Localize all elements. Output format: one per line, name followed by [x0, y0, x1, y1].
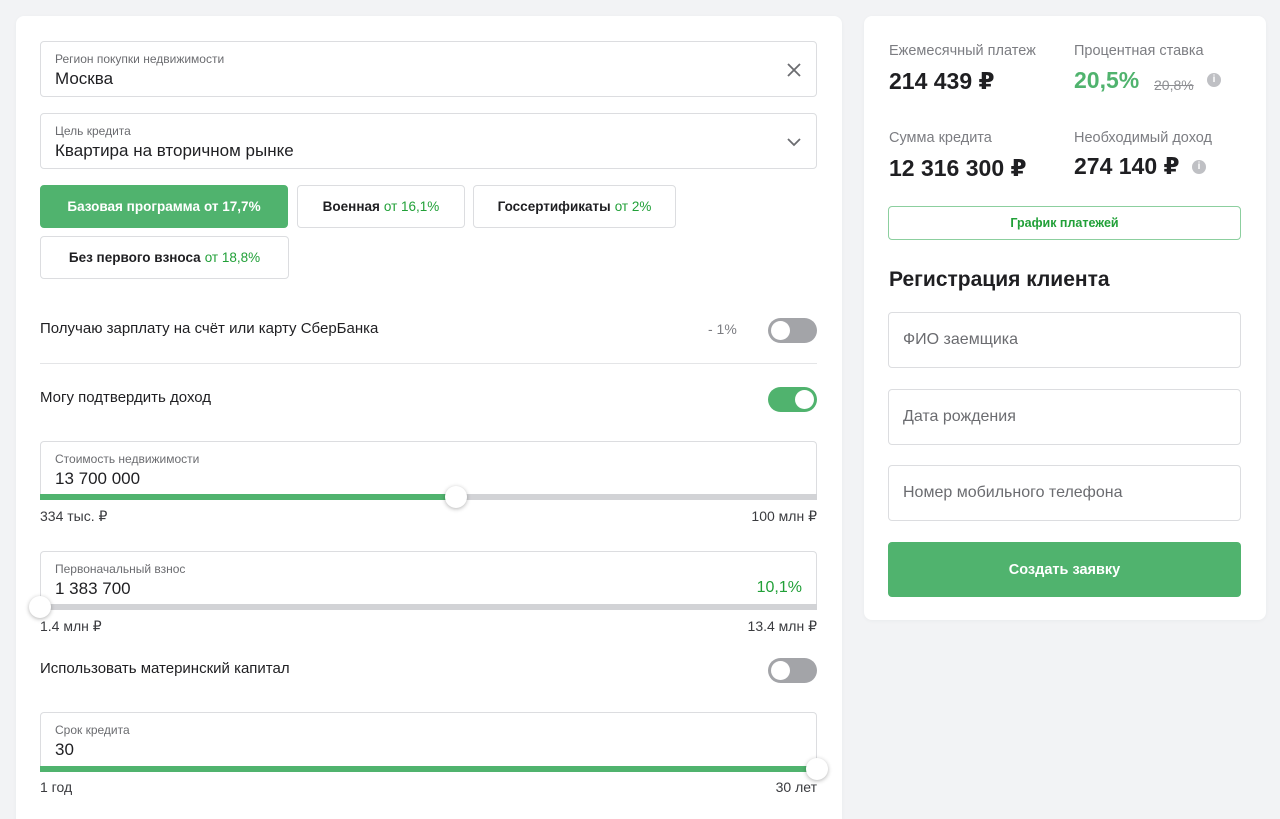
- term-label: Срок кредита: [55, 723, 130, 737]
- region-value[interactable]: Москва: [55, 69, 113, 89]
- chevron-down-icon[interactable]: [784, 132, 804, 152]
- required-income-label: Необходимый доход: [1074, 130, 1212, 146]
- salary-discount: - 1%: [708, 321, 737, 337]
- down-payment-max: 13.4 млн ₽: [747, 618, 817, 634]
- maternity-toggle[interactable]: [768, 658, 817, 683]
- program-name: Госсертификаты: [497, 199, 611, 214]
- slider-thumb[interactable]: [29, 596, 51, 618]
- maternity-label: Использовать материнский капитал: [40, 660, 290, 677]
- down-payment-field[interactable]: Первоначальный взнос 1 383 700 10,1%: [40, 551, 817, 609]
- property-cost-min: 334 тыс. ₽: [40, 508, 108, 524]
- property-cost-label: Стоимость недвижимости: [55, 452, 200, 466]
- program-chip-certificates[interactable]: Госсертификаты от 2%: [473, 185, 676, 228]
- interest-rate-old: 20,8%: [1154, 77, 1194, 93]
- toggle-knob: [771, 321, 790, 340]
- slider-fill: [40, 494, 456, 500]
- loan-amount-value: 12 316 300 ₽: [889, 155, 1027, 181]
- slider-thumb[interactable]: [444, 486, 467, 508]
- monthly-payment-label: Ежемесячный платеж: [889, 43, 1036, 59]
- divider: [40, 363, 817, 364]
- program-rate: от 17,7%: [204, 199, 261, 214]
- salary-toggle[interactable]: [768, 318, 817, 343]
- phone-input[interactable]: Номер мобильного телефона: [888, 465, 1241, 521]
- payment-schedule-button[interactable]: График платежей: [888, 206, 1241, 240]
- registration-title: Регистрация клиента: [889, 268, 1110, 291]
- toggle-knob: [771, 661, 790, 680]
- summary-card: Ежемесячный платеж 214 439 ₽ Процентная …: [864, 16, 1266, 620]
- salary-label: Получаю зарплату на счёт или карту СберБ…: [40, 320, 379, 337]
- property-cost-slider[interactable]: [40, 486, 817, 508]
- slider-thumb[interactable]: [806, 758, 828, 780]
- birth-date-input[interactable]: Дата рождения: [888, 389, 1241, 445]
- term-max: 30 лет: [775, 779, 817, 795]
- region-label: Регион покупки недвижимости: [55, 52, 225, 66]
- info-icon[interactable]: i: [1192, 160, 1206, 174]
- down-payment-percent: 10,1%: [756, 579, 802, 596]
- program-chip-no-down-payment[interactable]: Без первого взноса от 18,8%: [40, 236, 289, 279]
- term-field[interactable]: Срок кредита 30: [40, 712, 817, 770]
- monthly-payment-value: 214 439 ₽: [889, 68, 995, 94]
- program-rate: от 18,8%: [204, 250, 261, 265]
- term-slider[interactable]: [40, 758, 828, 780]
- program-rate: от 2%: [614, 199, 652, 214]
- region-field[interactable]: Регион покупки недвижимости Москва: [40, 41, 817, 97]
- purpose-select[interactable]: Цель кредита Квартира на вторичном рынке: [40, 113, 817, 169]
- term-min: 1 год: [40, 779, 73, 795]
- loan-amount-label: Сумма кредита: [889, 130, 992, 146]
- property-cost-field[interactable]: Стоимость недвижимости 13 700 000: [40, 441, 817, 499]
- required-income-value: 274 140 ₽: [1074, 153, 1180, 179]
- down-payment-slider[interactable]: [29, 596, 817, 618]
- property-cost-max: 100 млн ₽: [751, 508, 817, 524]
- down-payment-min: 1.4 млн ₽: [40, 618, 102, 634]
- toggle-knob: [795, 390, 814, 409]
- purpose-value[interactable]: Квартира на вторичном рынке: [55, 141, 294, 161]
- purpose-label: Цель кредита: [55, 124, 131, 138]
- program-name: Без первого взноса: [68, 250, 201, 265]
- close-icon[interactable]: [784, 60, 804, 80]
- income-confirm-toggle[interactable]: [768, 387, 817, 412]
- program-chip-military[interactable]: Военная от 16,1%: [297, 185, 465, 228]
- down-payment-value[interactable]: 1 383 700: [55, 579, 131, 599]
- term-value[interactable]: 30: [55, 740, 74, 760]
- property-cost-value[interactable]: 13 700 000: [55, 469, 140, 489]
- interest-rate-value: 20,5%: [1074, 67, 1140, 93]
- program-name: Военная: [322, 199, 380, 214]
- down-payment-label: Первоначальный взнос: [55, 562, 186, 576]
- create-application-button[interactable]: Создать заявку: [888, 542, 1241, 597]
- program-rate: от 16,1%: [383, 199, 440, 214]
- interest-rate-label: Процентная ставка: [1074, 43, 1204, 59]
- borrower-name-input[interactable]: ФИО заемщика: [888, 312, 1241, 368]
- slider-fill: [40, 766, 817, 772]
- program-chip-base[interactable]: Базовая программа от 17,7%: [40, 185, 288, 228]
- calculator-card: Регион покупки недвижимости Москва Цель …: [16, 16, 842, 819]
- program-name: Базовая программа: [67, 199, 201, 214]
- info-icon[interactable]: i: [1207, 73, 1221, 87]
- income-confirm-label: Могу подтвердить доход: [40, 389, 212, 406]
